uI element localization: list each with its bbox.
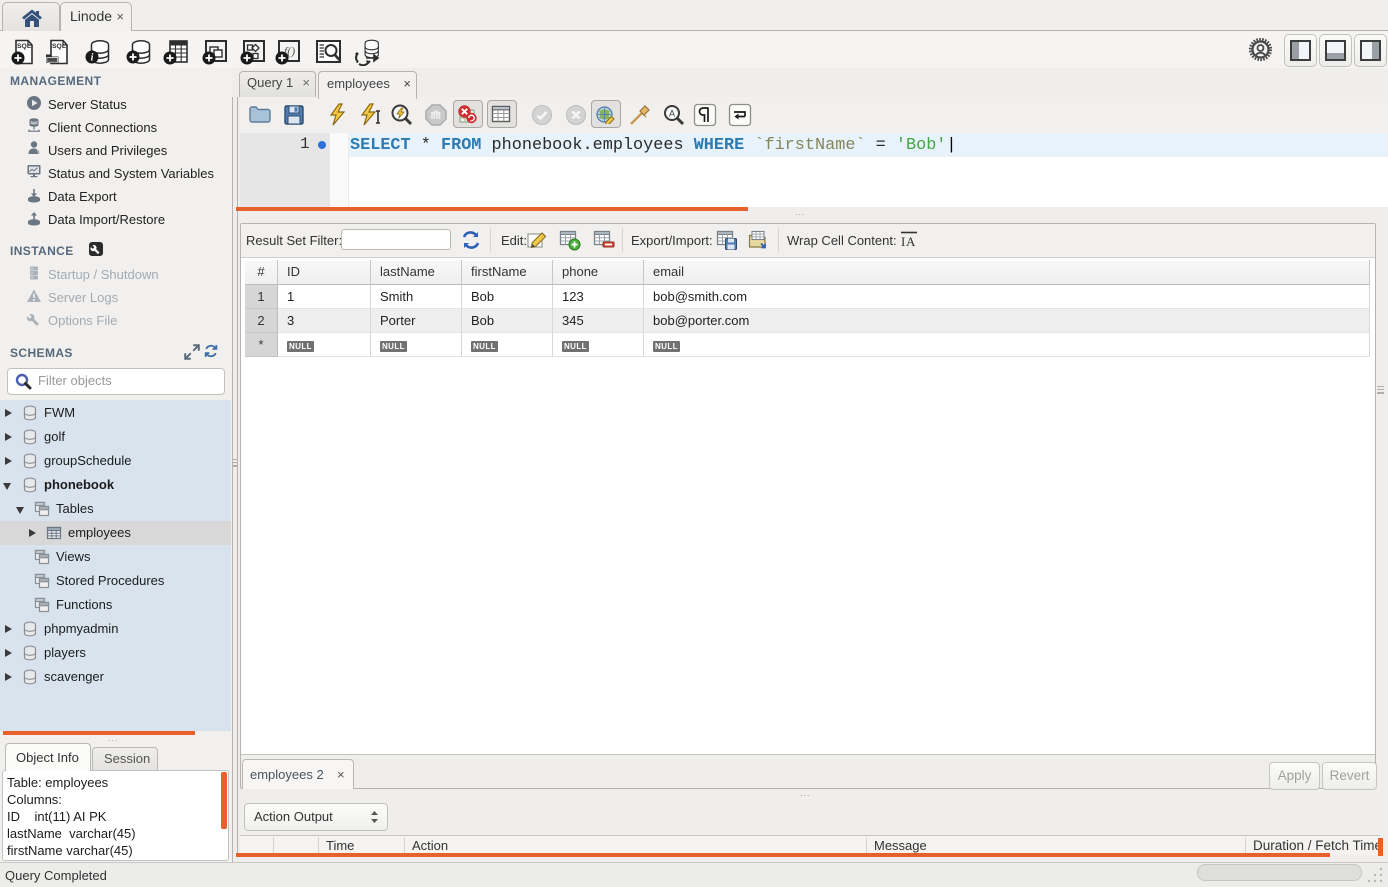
svg-text:i: i xyxy=(91,53,94,64)
svg-text:SQL: SQL xyxy=(52,43,66,50)
svg-text:SQL: SQL xyxy=(17,43,31,50)
svg-text:I: I xyxy=(901,234,905,249)
svg-text:A: A xyxy=(669,109,675,119)
svg-text:A: A xyxy=(906,234,916,249)
